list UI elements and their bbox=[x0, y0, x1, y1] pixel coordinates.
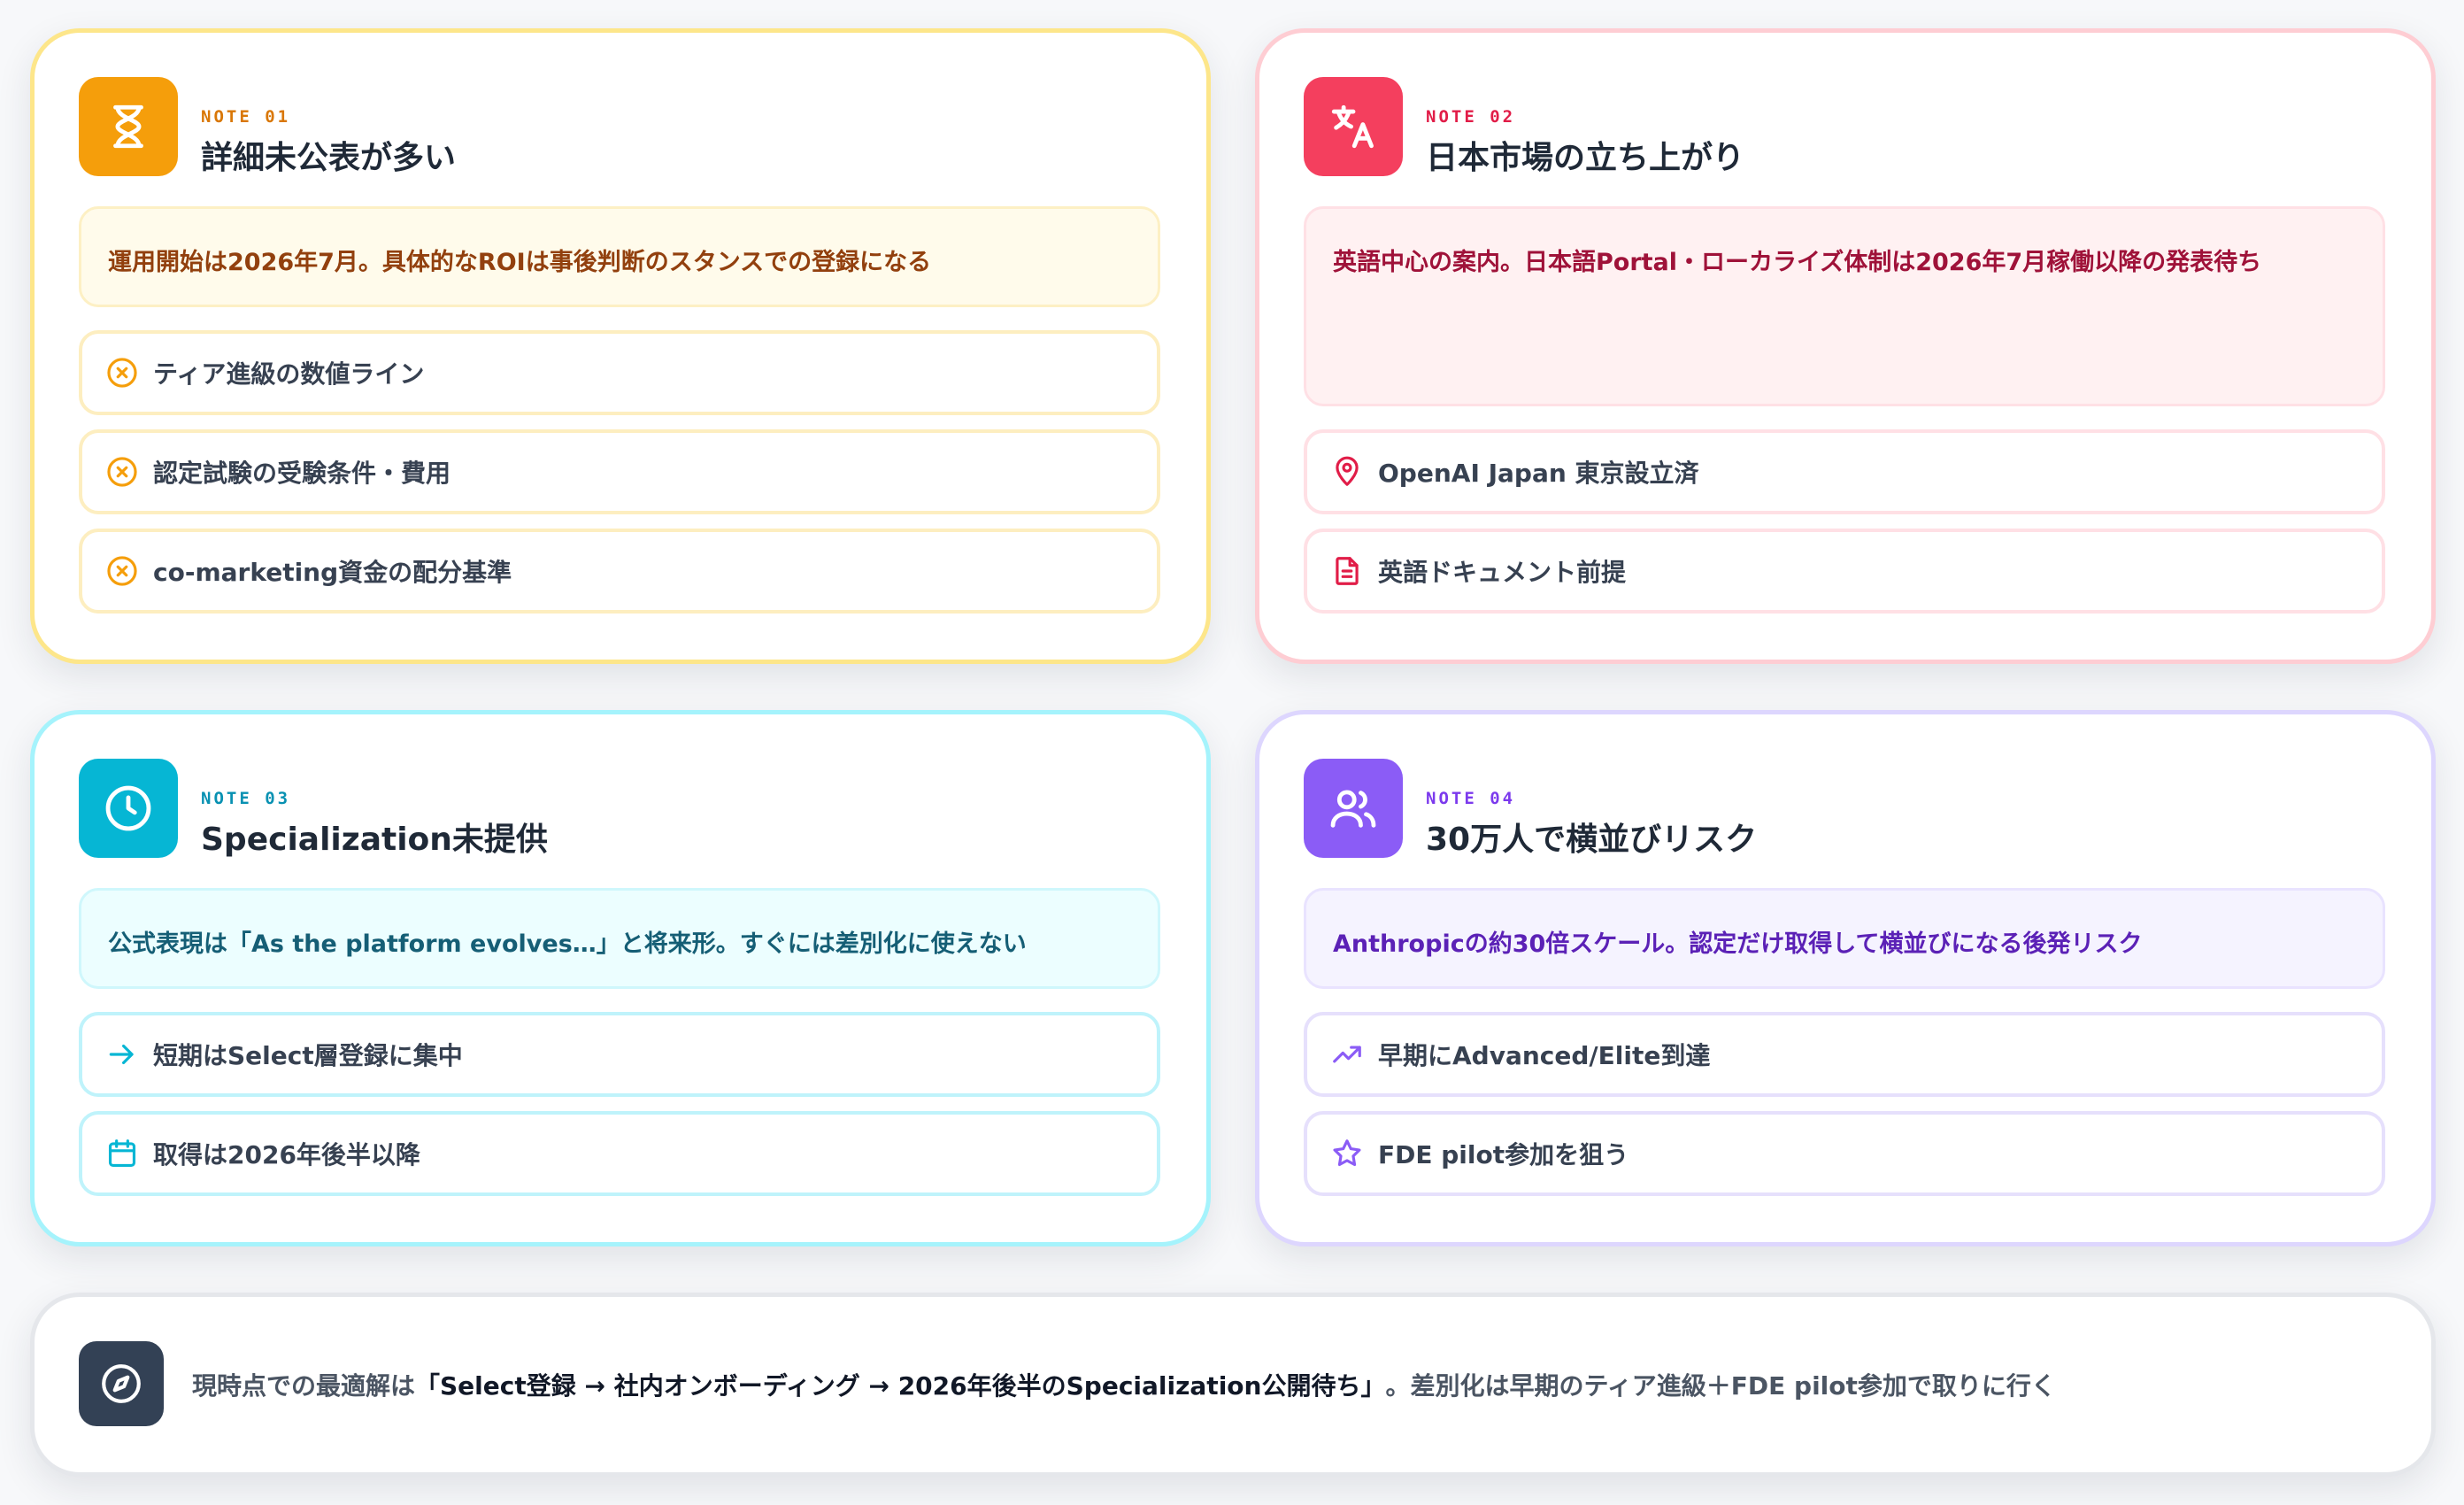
list-item: OpenAI Japan 東京設立済 bbox=[1304, 429, 2385, 514]
list-item: 認定試験の受験条件・費用 bbox=[79, 429, 1160, 514]
list-item: ティア進級の数値ライン bbox=[79, 330, 1160, 415]
list-item: 早期にAdvanced/Elite到達 bbox=[1304, 1012, 2385, 1097]
note-card-04: NOTE 04 30万人で横並びリスク Anthropicの約30倍スケール。認… bbox=[1255, 710, 2436, 1246]
note-label: NOTE 01 bbox=[201, 107, 291, 127]
note-label: NOTE 03 bbox=[201, 789, 291, 808]
note-label: NOTE 04 bbox=[1426, 789, 1516, 808]
note-label: NOTE 02 bbox=[1426, 107, 1516, 127]
list-item-label: 認定試験の受験条件・費用 bbox=[153, 459, 451, 488]
card-summary: Anthropicの約30倍スケール。認定だけ取得して横並びになる後発リスク bbox=[1304, 888, 2385, 989]
document-icon bbox=[1330, 554, 1364, 588]
translate-icon bbox=[1331, 104, 1374, 149]
compass-icon bbox=[102, 1364, 141, 1403]
x-circle-icon bbox=[105, 455, 139, 489]
conclusion-highlight: 「Select登録 → 社内オンボーディング → 2026年後半のSpecial… bbox=[415, 1371, 1386, 1401]
conclusion-text: 現時点での最適解は 「Select登録 → 社内オンボーディング → 2026年後… bbox=[192, 1297, 2056, 1472]
hourglass-icon bbox=[113, 104, 143, 149]
list-item: 英語ドキュメント前提 bbox=[1304, 529, 2385, 614]
list-item: FDE pilot参加を狙う bbox=[1304, 1111, 2385, 1196]
list-item-label: co-marketing資金の配分基準 bbox=[153, 558, 512, 587]
users-icon bbox=[1330, 790, 1376, 828]
card-summary: 英語中心の案内。日本語Portal・ローカライズ体制は2026年7月稼働以降の発… bbox=[1304, 206, 2385, 406]
list-item-label: 早期にAdvanced/Elite到達 bbox=[1378, 1041, 1711, 1070]
map-pin-icon bbox=[1330, 455, 1364, 489]
list-item: co-marketing資金の配分基準 bbox=[79, 529, 1160, 614]
x-circle-icon bbox=[105, 554, 139, 588]
calendar-icon bbox=[105, 1137, 139, 1170]
card-title: Specialization未提供 bbox=[201, 822, 548, 858]
clock-icon bbox=[105, 785, 151, 831]
list-item-label: 英語ドキュメント前提 bbox=[1378, 558, 1627, 587]
trending-up-icon bbox=[1330, 1038, 1364, 1071]
list-item-label: 取得は2026年後半以降 bbox=[153, 1140, 420, 1169]
list-item-label: ティア進級の数値ライン bbox=[153, 359, 425, 389]
list-item-label: FDE pilot参加を狙う bbox=[1378, 1140, 1629, 1169]
note-card-03: NOTE 03 Specialization未提供 公式表現は「As the p… bbox=[30, 710, 1211, 1246]
card-title: 詳細未公表が多い bbox=[201, 140, 457, 176]
card-badge bbox=[1304, 77, 1403, 176]
list-item: 取得は2026年後半以降 bbox=[79, 1111, 1160, 1196]
card-title: 日本市場の立ち上がり bbox=[1426, 140, 1745, 176]
footer-badge bbox=[79, 1341, 164, 1426]
x-circle-icon bbox=[105, 356, 139, 390]
card-title: 30万人で横並びリスク bbox=[1426, 822, 1758, 858]
conclusion-lead: 現時点での最適解は bbox=[192, 1371, 416, 1401]
card-badge bbox=[79, 77, 178, 176]
list-item-label: 短期はSelect層登録に集中 bbox=[153, 1041, 463, 1070]
star-icon bbox=[1330, 1137, 1364, 1170]
card-badge bbox=[1304, 759, 1403, 858]
note-card-02: NOTE 02 日本市場の立ち上がり 英語中心の案内。日本語Portal・ローカ… bbox=[1255, 28, 2436, 664]
list-item: 短期はSelect層登録に集中 bbox=[79, 1012, 1160, 1097]
card-summary: 運用開始は2026年7月。具体的なROIは事後判断のスタンスでの登録になる bbox=[79, 206, 1160, 307]
conclusion-tail: 。差別化は早期のティア進級＋FDE pilot参加で取りに行く bbox=[1385, 1371, 2056, 1401]
list-item-label: OpenAI Japan 東京設立済 bbox=[1378, 459, 1699, 488]
card-summary: 公式表現は「As the platform evolves…」と将来形。すぐには… bbox=[79, 888, 1160, 989]
arrow-right-icon bbox=[105, 1038, 139, 1071]
card-badge bbox=[79, 759, 178, 858]
conclusion-banner: 現時点での最適解は 「Select登録 → 社内オンボーディング → 2026年後… bbox=[30, 1293, 2436, 1477]
note-card-01: NOTE 01 詳細未公表が多い 運用開始は2026年7月。具体的なROIは事後… bbox=[30, 28, 1211, 664]
